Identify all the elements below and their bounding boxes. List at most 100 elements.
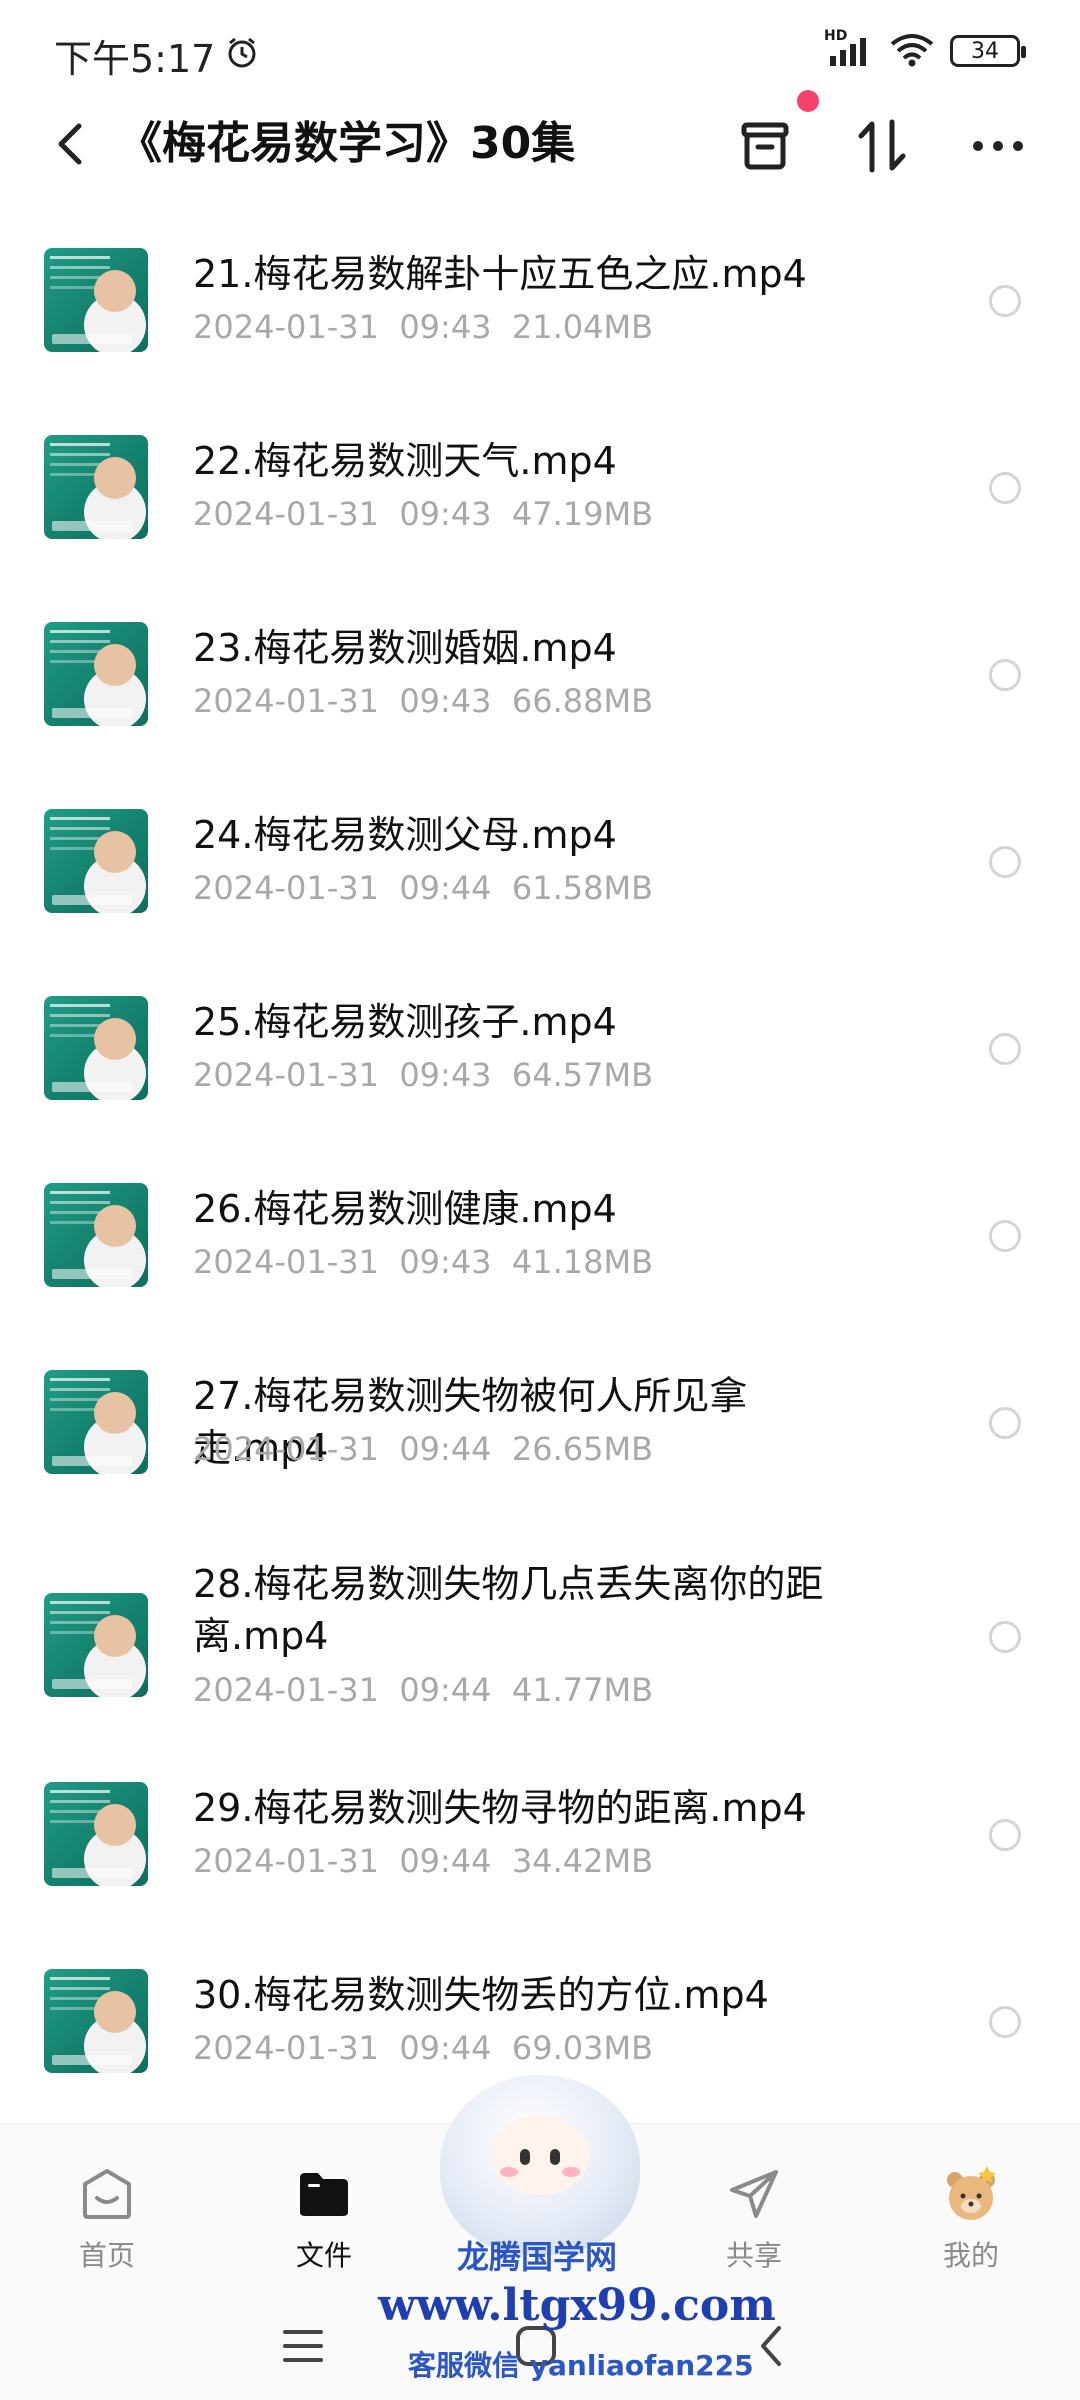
sort-arrows-icon bbox=[858, 119, 906, 173]
nav-share-label: 共享 bbox=[725, 2239, 782, 2272]
select-radio[interactable] bbox=[989, 1621, 1021, 1653]
mascot-face bbox=[490, 2115, 590, 2195]
select-radio[interactable] bbox=[989, 659, 1021, 691]
folder-icon bbox=[294, 2164, 354, 2224]
file-meta: 2024-01-31 09:43 47.19MB bbox=[193, 495, 653, 533]
file-date: 2024-01-31 bbox=[193, 308, 379, 346]
chevron-left-icon bbox=[58, 123, 82, 165]
select-radio[interactable] bbox=[989, 1033, 1021, 1065]
file-time: 09:43 bbox=[399, 308, 492, 346]
file-time: 09:43 bbox=[399, 1056, 492, 1094]
status-bar: 下午5:17 HD 34 bbox=[0, 0, 1080, 100]
file-size: 41.77MB bbox=[511, 1671, 654, 1709]
file-size: 69.03MB bbox=[511, 2029, 654, 2067]
status-time: 下午5:17 bbox=[54, 28, 259, 83]
select-radio[interactable] bbox=[989, 846, 1021, 878]
clock-text: 下午5:17 bbox=[54, 37, 216, 81]
archive-box-icon bbox=[741, 122, 789, 170]
page-title: 《梅花易数学习》30集 bbox=[118, 118, 576, 169]
file-time: 09:43 bbox=[399, 495, 492, 533]
video-thumbnail bbox=[44, 248, 148, 352]
nav-home[interactable]: 首页 bbox=[47, 2164, 167, 2274]
file-name: 23.梅花易数测婚姻.mp4 bbox=[193, 626, 617, 670]
video-thumbnail bbox=[44, 1593, 148, 1697]
network-type: HD bbox=[824, 28, 848, 44]
mascot-astronaut[interactable] bbox=[440, 2075, 640, 2255]
file-date: 2024-01-31 bbox=[193, 682, 379, 720]
select-radio[interactable] bbox=[989, 1819, 1021, 1851]
file-time: 09:44 bbox=[399, 869, 492, 907]
bear-avatar-icon bbox=[941, 2164, 1001, 2224]
watermark-wechat: 客服微信 yanliaofan225 bbox=[408, 2349, 754, 2382]
watermark-url: www.ltgx99.com bbox=[378, 2280, 776, 2331]
nav-mine[interactable]: 我的 bbox=[911, 2164, 1031, 2274]
file-date: 2024-01-31 bbox=[193, 1243, 379, 1281]
file-name: 26.梅花易数测健康.mp4 bbox=[193, 1187, 617, 1231]
menu-button[interactable] bbox=[273, 2316, 333, 2376]
select-radio[interactable] bbox=[989, 285, 1021, 317]
file-meta: 2024-01-31 09:43 41.18MB bbox=[193, 1243, 653, 1281]
select-radio[interactable] bbox=[989, 1407, 1021, 1439]
file-size: 26.65MB bbox=[511, 1430, 654, 1468]
file-meta: 2024-01-31 09:43 64.57MB bbox=[193, 1056, 653, 1094]
select-radio[interactable] bbox=[989, 1220, 1021, 1252]
file-meta: 2024-01-31 09:44 34.42MB bbox=[193, 1842, 653, 1880]
file-name: 25.梅花易数测孩子.mp4 bbox=[193, 1000, 617, 1044]
status-icons: HD 34 bbox=[824, 28, 1026, 72]
file-date: 2024-01-31 bbox=[193, 869, 379, 907]
nav-files[interactable]: 文件 bbox=[264, 2164, 384, 2274]
transfer-list-button[interactable] bbox=[733, 114, 797, 178]
signal-icon: HD bbox=[824, 28, 874, 68]
home-icon bbox=[77, 2164, 137, 2224]
file-size: 64.57MB bbox=[511, 1056, 654, 1094]
file-date: 2024-01-31 bbox=[193, 1056, 379, 1094]
nav-share[interactable]: 共享 bbox=[694, 2164, 814, 2274]
more-dots-icon bbox=[973, 141, 1023, 151]
nav-home-label: 首页 bbox=[78, 2239, 135, 2272]
file-meta: 2024-01-31 09:44 41.77MB bbox=[193, 1671, 653, 1709]
file-time: 09:43 bbox=[399, 1243, 492, 1281]
more-button[interactable] bbox=[966, 114, 1030, 178]
video-thumbnail bbox=[44, 622, 148, 726]
file-name: 24.梅花易数测父母.mp4 bbox=[193, 813, 617, 857]
sort-button[interactable] bbox=[850, 114, 914, 178]
file-size: 47.19MB bbox=[511, 495, 654, 533]
file-time: 09:44 bbox=[399, 1430, 492, 1468]
file-size: 21.04MB bbox=[511, 308, 654, 346]
nav-mine-label: 我的 bbox=[942, 2239, 999, 2272]
file-meta: 2024-01-31 09:43 66.88MB bbox=[193, 682, 653, 720]
video-thumbnail bbox=[44, 996, 148, 1100]
select-radio[interactable] bbox=[989, 2006, 1021, 2038]
select-radio[interactable] bbox=[989, 472, 1021, 504]
header: 《梅花易数学习》30集 bbox=[0, 100, 1080, 190]
file-name: 28.梅花易数测失物几点丢失离你的距离.mp4 bbox=[193, 1562, 824, 1658]
file-time: 09:44 bbox=[399, 2029, 492, 2067]
file-date: 2024-01-31 bbox=[193, 1842, 379, 1880]
file-size: 66.88MB bbox=[511, 682, 654, 720]
wifi-icon bbox=[888, 30, 936, 72]
file-size: 41.18MB bbox=[511, 1243, 654, 1281]
video-thumbnail bbox=[44, 809, 148, 913]
menu-lines-icon bbox=[283, 2330, 323, 2362]
file-time: 09:44 bbox=[399, 1842, 492, 1880]
file-time: 09:43 bbox=[399, 682, 492, 720]
back-button[interactable] bbox=[40, 114, 100, 174]
file-date: 2024-01-31 bbox=[193, 1671, 379, 1709]
file-meta: 2024-01-31 09:44 69.03MB bbox=[193, 2029, 653, 2067]
file-meta: 2024-01-31 09:44 61.58MB bbox=[193, 869, 653, 907]
file-time: 09:44 bbox=[399, 1671, 492, 1709]
paper-plane-icon bbox=[724, 2164, 784, 2224]
file-meta: 2024-01-31 09:44 26.65MB bbox=[193, 1430, 653, 1468]
file-name: 22.梅花易数测天气.mp4 bbox=[193, 439, 617, 483]
file-meta: 2024-01-31 09:43 21.04MB bbox=[193, 308, 653, 346]
nav-files-label: 文件 bbox=[295, 2239, 352, 2272]
video-thumbnail bbox=[44, 1183, 148, 1287]
file-date: 2024-01-31 bbox=[193, 1430, 379, 1468]
video-thumbnail bbox=[44, 1370, 148, 1474]
watermark-site-name: 龙腾国学网 bbox=[457, 2238, 618, 2276]
alarm-icon bbox=[225, 34, 259, 78]
notification-dot bbox=[797, 90, 819, 112]
video-thumbnail bbox=[44, 1782, 148, 1886]
video-thumbnail bbox=[44, 435, 148, 539]
battery-icon: 34 bbox=[950, 35, 1026, 67]
